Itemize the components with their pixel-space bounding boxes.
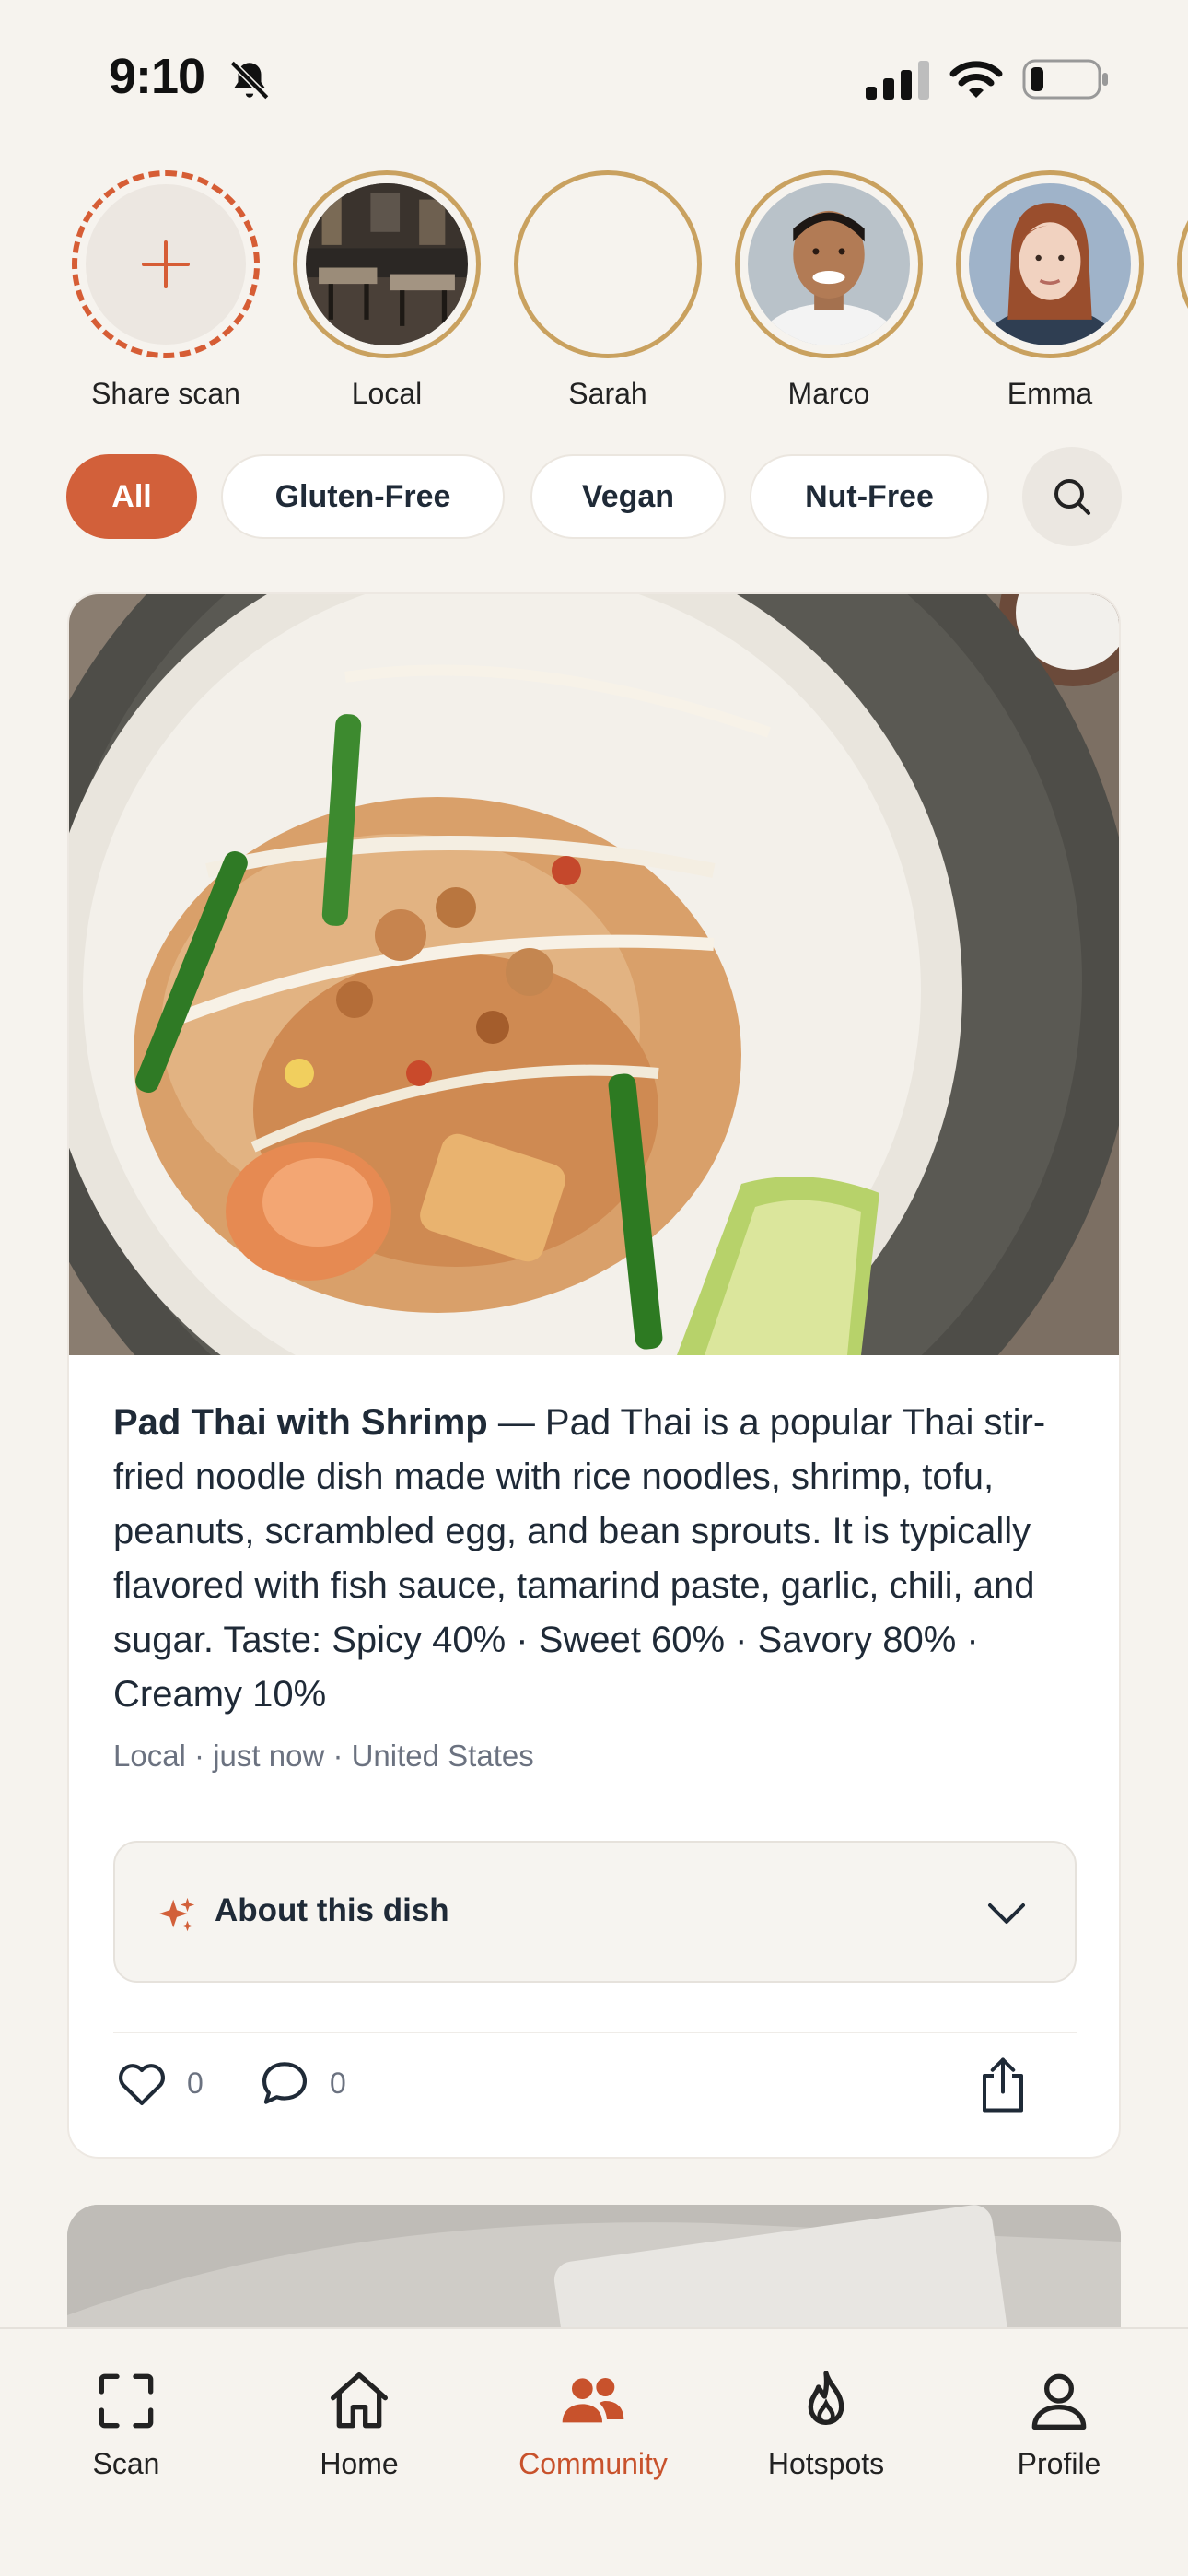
story-share-scan[interactable]: Share scan <box>55 170 276 411</box>
story-avatar-marco <box>748 183 910 345</box>
like-button[interactable]: 0 <box>113 2055 204 2112</box>
tab-label: Hotspots <box>767 2447 885 2480</box>
share-icon[interactable] <box>975 2055 1031 2115</box>
filter-bar: All Gluten-Free Vegan Nut-Free <box>66 447 1125 546</box>
story-more[interactable] <box>1160 170 1188 358</box>
community-icon <box>562 2378 624 2423</box>
filter-chip-nut-free[interactable]: Nut-Free <box>750 454 989 539</box>
profile-icon <box>1031 2373 1087 2430</box>
wifi-icon <box>949 61 1003 98</box>
story-add-ring <box>72 170 260 358</box>
filter-chip-gluten-free[interactable]: Gluten-Free <box>221 454 505 539</box>
story-marco[interactable]: Marco <box>718 170 939 411</box>
status-bar: 9:10 <box>0 0 1188 161</box>
story-label: Sarah <box>568 377 647 410</box>
story-local[interactable]: Local <box>276 170 497 411</box>
bottom-tab-bar: Scan Home Community Hotspots Profile <box>0 2327 1188 2576</box>
heart-icon <box>119 2064 165 2106</box>
post-meta: Local · just now · United States <box>113 1739 534 1773</box>
story-emma[interactable]: Emma <box>939 170 1160 411</box>
tab-hotspots[interactable]: Hotspots <box>734 2364 918 2481</box>
tab-label: Scan <box>92 2447 160 2480</box>
about-dish-label: About this dish <box>215 1892 449 1928</box>
post-card: Pad Thai with Shrimp — Pad Thai is a pop… <box>67 592 1121 2159</box>
signal-icon <box>866 61 929 100</box>
scan-icon <box>99 2373 154 2429</box>
search-icon <box>1054 479 1090 515</box>
status-time: 9:10 <box>109 49 205 104</box>
tab-community[interactable]: Community <box>501 2364 685 2481</box>
filter-chip-vegan[interactable]: Vegan <box>530 454 726 539</box>
story-sarah[interactable]: Sarah <box>497 170 718 411</box>
dish-description: — Pad Thai is a popular Thai stir-fried … <box>113 1402 1046 1715</box>
comment-icon <box>262 2062 308 2104</box>
dish-name[interactable]: Pad Thai with Shrimp <box>113 1402 488 1443</box>
story-label: Share scan <box>91 377 240 410</box>
about-dish-accordion[interactable]: About this dish <box>113 1841 1077 1983</box>
search-button[interactable] <box>1022 447 1122 546</box>
like-count: 0 <box>187 2066 204 2100</box>
divider <box>113 2032 1077 2033</box>
plus-icon <box>142 240 190 288</box>
tab-label: Community <box>518 2447 668 2480</box>
story-label: Emma <box>1007 377 1093 410</box>
post-actions: 0 0 <box>113 2055 1077 2137</box>
filter-chip-all[interactable]: All <box>66 454 197 539</box>
comment-button[interactable]: 0 <box>256 2055 346 2112</box>
tab-label: Profile <box>1017 2447 1101 2480</box>
home-icon <box>331 2372 389 2429</box>
flame-icon <box>808 2371 844 2425</box>
story-label: Marco <box>787 377 870 410</box>
sparkles-icon <box>158 1897 195 1932</box>
post-body: Pad Thai with Shrimp — Pad Thai is a pop… <box>113 1396 1080 1774</box>
bell-off-icon <box>229 60 270 100</box>
tab-scan[interactable]: Scan <box>34 2364 218 2481</box>
battery-icon <box>1022 59 1108 100</box>
chevron-down-icon <box>988 1903 1025 1924</box>
tab-profile[interactable]: Profile <box>967 2364 1151 2481</box>
story-avatar-empty <box>527 183 689 345</box>
stories-row: Share scan Local Sarah Marco Emma <box>0 170 1188 419</box>
comment-count: 0 <box>330 2066 346 2100</box>
story-avatar-restaurant <box>306 183 468 345</box>
tab-home[interactable]: Home <box>267 2364 451 2481</box>
tab-label: Home <box>320 2447 399 2480</box>
dish-photo[interactable] <box>69 594 1119 1355</box>
story-avatar-emma <box>969 183 1131 345</box>
story-label: Local <box>351 377 423 410</box>
post-caption: Pad Thai with Shrimp — Pad Thai is a pop… <box>113 1396 1080 1722</box>
